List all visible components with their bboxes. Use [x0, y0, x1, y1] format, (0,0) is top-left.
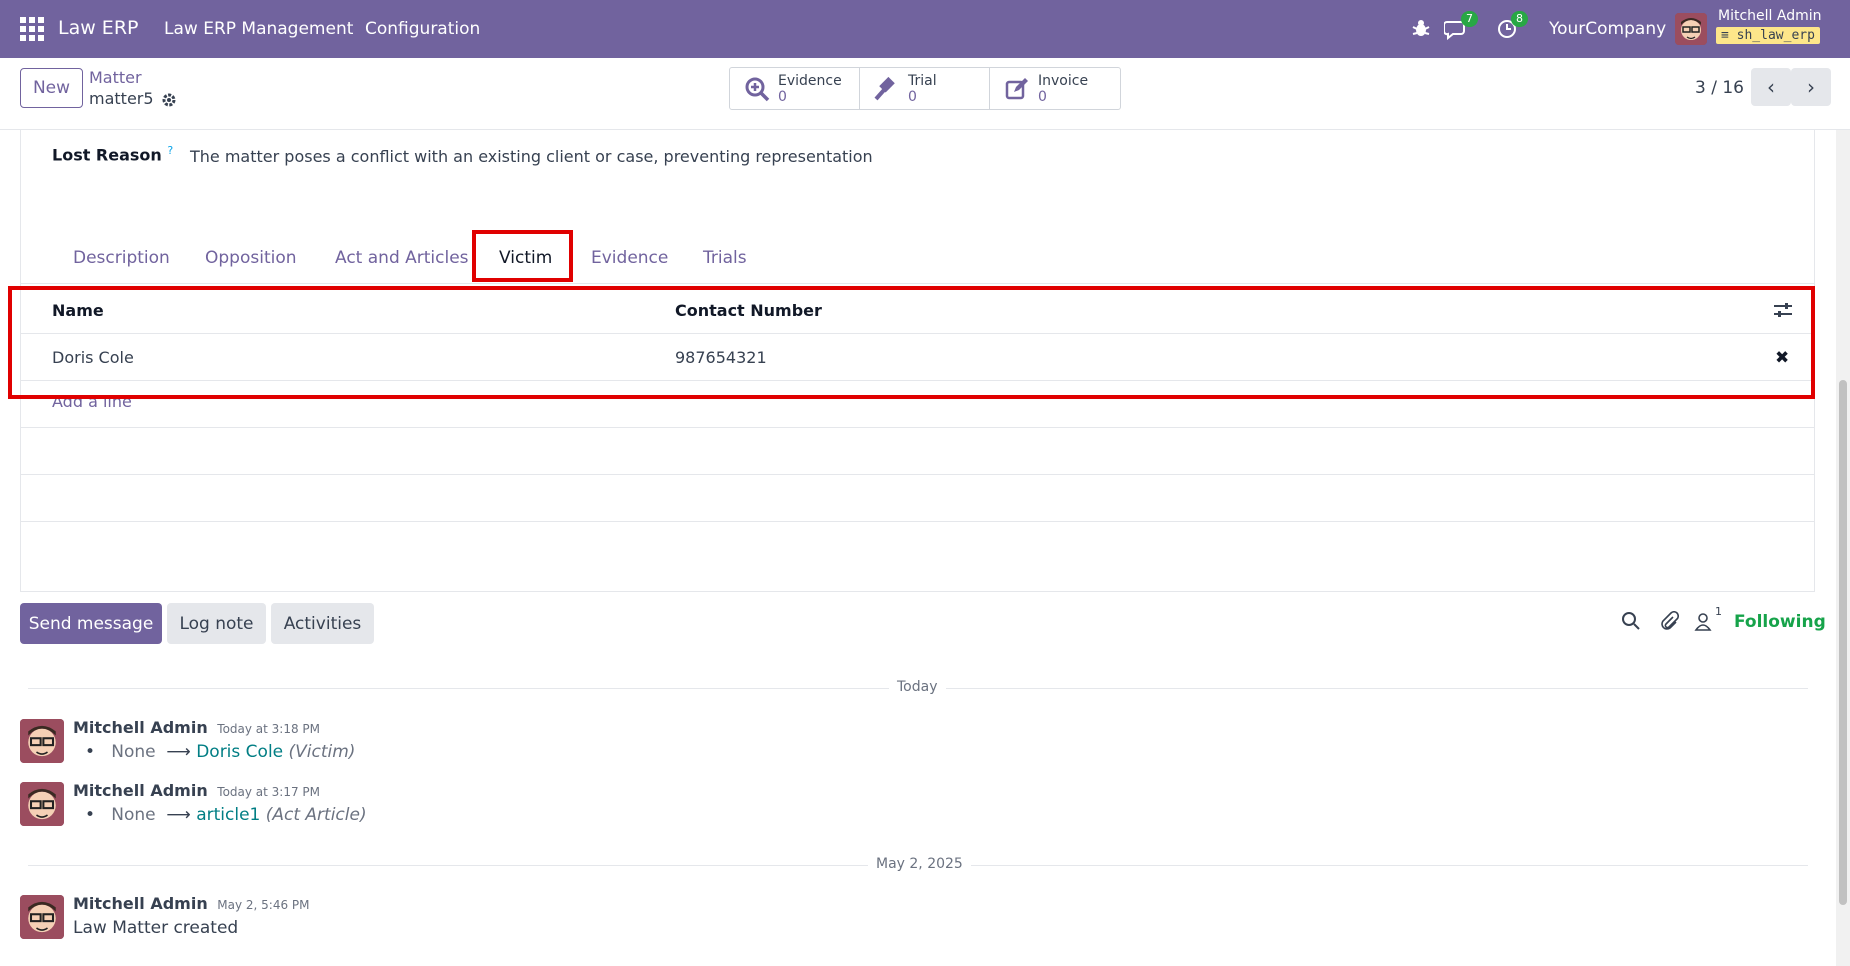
- new-button[interactable]: New: [20, 68, 83, 108]
- search-icon[interactable]: [1621, 611, 1641, 636]
- table-row-empty: [21, 475, 1814, 522]
- avatar: [20, 782, 64, 826]
- pager-previous-button[interactable]: ‹: [1751, 68, 1791, 106]
- old-value: None: [111, 742, 156, 762]
- user-avatar[interactable]: [1675, 13, 1707, 45]
- author-name[interactable]: Mitchell Admin: [73, 781, 208, 800]
- tab-act-and-articles[interactable]: Act and Articles: [335, 248, 469, 268]
- chevron-left-icon: ‹: [1767, 75, 1775, 99]
- invoice-label: Invoice: [1038, 72, 1089, 89]
- lost-reason-label-text: Lost Reason: [52, 145, 162, 165]
- followers-icon[interactable]: 1: [1693, 605, 1722, 636]
- tab-evidence[interactable]: Evidence: [591, 248, 668, 268]
- database-name: sh_law_erp: [1736, 28, 1815, 43]
- following-button[interactable]: Following: [1734, 612, 1826, 632]
- bullet: •: [85, 742, 106, 762]
- arrow-right-icon: ⟶: [161, 742, 191, 762]
- pager-next-button[interactable]: ›: [1791, 68, 1831, 106]
- field-name: (Act Article): [265, 805, 367, 825]
- activity-badge: 8: [1511, 11, 1528, 27]
- paperclip-icon[interactable]: [1659, 610, 1680, 636]
- gear-icon[interactable]: [161, 92, 177, 112]
- invoice-smart-button[interactable]: Invoice 0: [990, 68, 1120, 109]
- avatar: [20, 719, 64, 763]
- control-panel: New Matter matter5 Evidence 0 Trial 0 In…: [0, 58, 1850, 130]
- bug-icon[interactable]: [1411, 17, 1431, 39]
- tab-trials[interactable]: Trials: [703, 248, 747, 268]
- gavel-icon: [874, 76, 900, 102]
- chevron-right-icon: ›: [1807, 75, 1815, 99]
- tracking-line: • None ⟶ Doris Cole (Victim): [85, 742, 355, 762]
- menu-law-erp-management[interactable]: Law ERP Management: [164, 19, 353, 39]
- table-row-empty: [21, 428, 1814, 475]
- field-name: (Victim): [288, 742, 356, 762]
- date-divider-label: Today: [889, 679, 946, 695]
- chat-icon[interactable]: 7: [1443, 11, 1478, 41]
- bullet: •: [85, 805, 106, 825]
- date-divider-label: May 2, 2025: [868, 856, 971, 872]
- tracking-line: • None ⟶ article1 (Act Article): [85, 805, 367, 825]
- tab-description[interactable]: Description: [73, 248, 170, 268]
- message-author: Mitchell Admin May 2, 5:46 PM: [73, 894, 310, 913]
- scrollbar-thumb[interactable]: [1839, 380, 1847, 905]
- database-icon: ≡: [1721, 28, 1729, 43]
- followers-count: 1: [1715, 605, 1722, 618]
- lost-reason-value[interactable]: The matter poses a conflict with an exis…: [190, 147, 873, 166]
- message-time: Today at 3:18 PM: [217, 722, 321, 736]
- new-value: Doris Cole: [196, 742, 284, 762]
- trial-smart-button[interactable]: Trial 0: [860, 68, 990, 109]
- pencil-square-icon: [1004, 76, 1030, 102]
- top-navbar: Law ERP Law ERP Management Configuration…: [0, 0, 1850, 58]
- evidence-smart-button[interactable]: Evidence 0: [730, 68, 860, 109]
- pager-value[interactable]: 3 / 16: [1695, 78, 1744, 98]
- app-brand[interactable]: Law ERP: [58, 17, 138, 39]
- send-message-button[interactable]: Send message: [20, 603, 162, 644]
- smart-buttons: Evidence 0 Trial 0 Invoice 0: [729, 67, 1121, 110]
- old-value: None: [111, 805, 156, 825]
- message-author: Mitchell Admin Today at 3:17 PM: [73, 781, 320, 800]
- trial-count: 0: [908, 88, 917, 105]
- breadcrumb-parent[interactable]: Matter: [89, 68, 142, 87]
- breadcrumb-current: matter5: [89, 89, 154, 108]
- trial-label: Trial: [908, 72, 937, 89]
- activities-button[interactable]: Activities: [271, 603, 374, 644]
- highlight-box-victim-tab: [472, 230, 573, 282]
- log-note-button[interactable]: Log note: [167, 603, 266, 644]
- message-author: Mitchell Admin Today at 3:18 PM: [73, 718, 320, 737]
- database-tag: ≡ sh_law_erp: [1716, 27, 1820, 44]
- new-value: article1: [196, 805, 261, 825]
- chat-badge: 7: [1461, 11, 1478, 27]
- tab-opposition[interactable]: Opposition: [205, 248, 297, 268]
- author-name[interactable]: Mitchell Admin: [73, 718, 208, 737]
- company-switcher[interactable]: YourCompany: [1549, 19, 1666, 39]
- evidence-label: Evidence: [778, 72, 842, 89]
- menu-configuration[interactable]: Configuration: [365, 19, 480, 39]
- help-icon[interactable]: ?: [167, 144, 173, 157]
- avatar: [20, 895, 64, 939]
- invoice-count: 0: [1038, 88, 1047, 105]
- message-body: Law Matter created: [73, 918, 239, 938]
- lost-reason-label: Lost Reason ?: [52, 144, 173, 164]
- author-name[interactable]: Mitchell Admin: [73, 894, 208, 913]
- message-time: May 2, 5:46 PM: [217, 898, 310, 912]
- search-plus-icon: [744, 76, 770, 102]
- activity-clock-icon[interactable]: 8: [1496, 11, 1528, 40]
- notebook-tabs: Description Opposition Act and Articles …: [21, 230, 1814, 284]
- apps-grid-icon[interactable]: [20, 17, 44, 41]
- message-time: Today at 3:17 PM: [217, 785, 321, 799]
- arrow-right-icon: ⟶: [161, 805, 191, 825]
- user-name[interactable]: Mitchell Admin: [1718, 8, 1822, 24]
- highlight-box-victim-table: [8, 286, 1815, 399]
- evidence-count: 0: [778, 88, 787, 105]
